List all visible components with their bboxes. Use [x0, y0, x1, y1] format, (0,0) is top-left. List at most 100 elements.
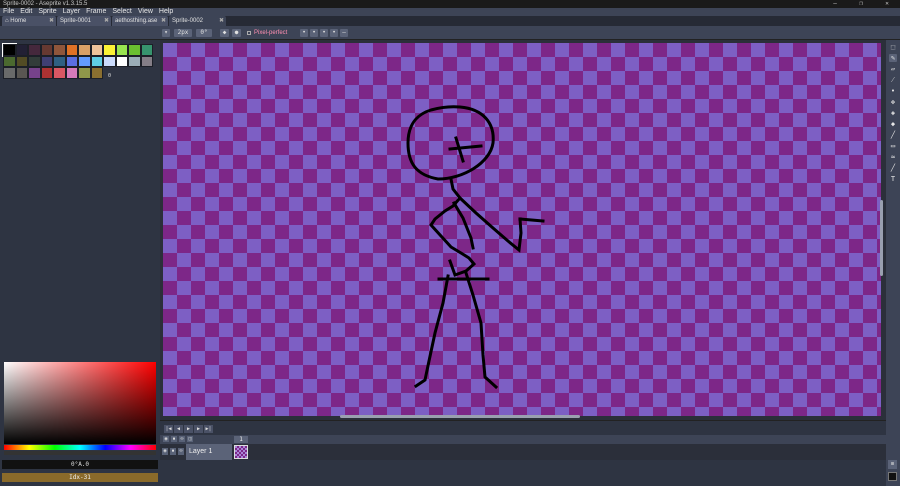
eraser-tool-icon[interactable]: ▱ [889, 65, 897, 73]
palette-swatch[interactable] [140, 55, 153, 67]
palette-swatch[interactable] [28, 55, 41, 67]
brush-type-dropdown[interactable]: ▾ [162, 29, 170, 37]
minimize-button[interactable]: — [822, 0, 848, 8]
palette-swatch[interactable] [90, 44, 103, 56]
visibility-icon[interactable]: ◉ [163, 436, 169, 442]
foreground-color-field[interactable]: 0°A.0 [2, 460, 158, 469]
palette-swatch[interactable] [40, 67, 53, 79]
palette-swatch[interactable] [115, 44, 128, 56]
palette-swatch[interactable] [53, 67, 66, 79]
close-icon[interactable]: ✖ [104, 16, 109, 26]
background-color-field[interactable]: Idx-31 [2, 473, 158, 482]
symmetry-v-icon[interactable]: • [320, 29, 328, 37]
palette-swatch[interactable] [40, 55, 53, 67]
onion-skin-icon[interactable]: ◫ [187, 436, 193, 442]
palette-swatch[interactable] [65, 44, 78, 56]
layer-row[interactable]: ◉ ▪ ∞ Layer 1 [160, 444, 886, 460]
pencil-tool-icon[interactable]: ✎ [889, 54, 897, 62]
close-icon[interactable]: ✖ [161, 16, 166, 26]
maximize-button[interactable]: ❐ [848, 0, 874, 8]
palette-swatch[interactable] [28, 67, 41, 79]
eyedropper-tool-icon[interactable]: ⁄ [889, 76, 897, 84]
horizontal-scrollbar[interactable] [340, 415, 580, 418]
zoom-tool-icon[interactable]: • [889, 87, 897, 95]
lock-icon[interactable]: ▪ [171, 436, 177, 442]
menu-help[interactable]: Help [156, 8, 176, 16]
palette-swatch[interactable] [28, 44, 41, 56]
first-frame-icon[interactable]: |◀ [164, 425, 173, 433]
palette-swatch[interactable] [78, 44, 91, 56]
hue-slider[interactable] [4, 445, 156, 450]
palette-swatch[interactable] [15, 44, 28, 56]
palette-swatch[interactable] [65, 55, 78, 67]
close-icon[interactable]: ✖ [49, 16, 54, 26]
close-window-button[interactable]: ✕ [874, 0, 900, 8]
palette-swatch[interactable] [90, 67, 103, 79]
brush-size-field[interactable]: 2px [174, 29, 192, 37]
marquee-tool-icon[interactable]: ⬚ [889, 43, 897, 51]
preview-icon[interactable]: ⊞ [888, 460, 897, 469]
palette-swatch[interactable] [3, 55, 16, 67]
symmetry-h-icon[interactable]: • [310, 29, 318, 37]
vertical-scrollbar[interactable] [880, 200, 883, 276]
menu-layer[interactable]: Layer [60, 8, 84, 16]
palette-swatch[interactable] [65, 67, 78, 79]
drop-icon[interactable]: ◆ [889, 120, 897, 128]
menu-select[interactable]: Select [109, 8, 134, 16]
ink-icon[interactable]: ◆ [220, 29, 229, 37]
symmetry-none-icon[interactable]: • [300, 29, 308, 37]
menu-frame[interactable]: Frame [83, 8, 109, 16]
eye-icon[interactable]: ◉ [162, 448, 168, 455]
cel-thumbnail[interactable] [234, 445, 248, 459]
saturation-value-picker[interactable] [4, 362, 156, 444]
sprite-canvas[interactable] [163, 43, 881, 416]
palette-swatch[interactable] [2, 43, 17, 57]
palette-swatch[interactable] [115, 55, 128, 67]
palette-swatch[interactable] [103, 44, 116, 56]
palette-swatch[interactable] [78, 55, 91, 67]
palette-swatch[interactable] [15, 55, 28, 67]
palette-swatch[interactable] [90, 55, 103, 67]
alpha-slider[interactable] [4, 451, 156, 455]
close-icon[interactable]: ✖ [219, 16, 224, 26]
link-icon[interactable]: ∞ [178, 448, 184, 455]
tab-sprite-0002[interactable]: Sprite-0002 ✖ [169, 16, 226, 26]
palette-swatch[interactable] [3, 67, 16, 79]
text-tool-icon[interactable]: T [889, 175, 897, 183]
more-options-icon[interactable]: — [340, 29, 348, 37]
tab-home[interactable]: ⌂ Home ✖ [2, 16, 56, 26]
play-icon[interactable]: ▶ [184, 425, 193, 433]
palette-swatch[interactable] [53, 55, 66, 67]
palette-swatch[interactable] [140, 44, 153, 56]
padlock-icon[interactable]: ▪ [170, 448, 176, 455]
fill-tool-icon[interactable]: ◈ [889, 109, 897, 117]
menu-view[interactable]: View [135, 8, 156, 16]
opacity-icon[interactable]: ● [232, 29, 241, 37]
tab-sprite-0001[interactable]: Sprite-0001 ✖ [57, 16, 111, 26]
blur-tool-icon[interactable]: ╱ [889, 164, 897, 172]
prev-frame-icon[interactable]: ◀ [174, 425, 183, 433]
palette-swatch[interactable] [128, 44, 141, 56]
tab-aethosthing[interactable]: aethosthing.ase ✖ [112, 16, 168, 26]
palette-swatch[interactable] [128, 55, 141, 67]
move-tool-icon[interactable]: ✥ [889, 98, 897, 106]
rectangle-tool-icon[interactable]: ▭ [889, 142, 897, 150]
palette-swatch[interactable] [40, 44, 53, 56]
palette-swatch[interactable] [15, 67, 28, 79]
continuous-icon[interactable]: ∞ [179, 436, 185, 442]
menu-sprite[interactable]: Sprite [35, 8, 59, 16]
palette-swatch[interactable] [78, 67, 91, 79]
palette-swatch[interactable] [103, 55, 116, 67]
last-frame-icon[interactable]: ▶| [204, 425, 213, 433]
contour-tool-icon[interactable]: ≈ [889, 153, 897, 161]
color-swatch-icon[interactable] [888, 472, 897, 481]
palette-swatch[interactable] [53, 44, 66, 56]
line-tool-icon[interactable]: ╱ [889, 131, 897, 139]
layer-name[interactable]: Layer 1 [186, 444, 232, 460]
menu-file[interactable]: File [0, 8, 17, 16]
brush-angle-field[interactable]: 0° [196, 29, 212, 37]
next-frame-icon[interactable]: ▶ [194, 425, 203, 433]
symmetry-both-icon[interactable]: • [330, 29, 338, 37]
pixel-perfect-checkbox[interactable] [247, 31, 251, 35]
menu-edit[interactable]: Edit [17, 8, 35, 16]
